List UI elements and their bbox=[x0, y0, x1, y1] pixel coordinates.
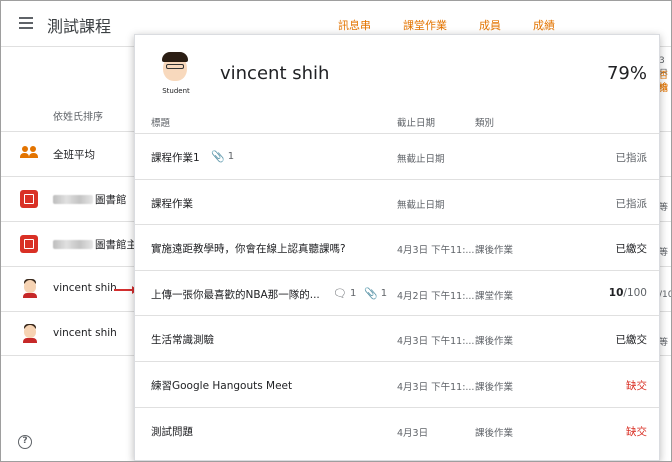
assignment-row[interactable]: 課程作業1 📎 1 無截止日期 已指派 bbox=[135, 133, 659, 179]
tab-stream[interactable]: 訊息串 bbox=[338, 17, 371, 33]
library-icon bbox=[20, 190, 38, 208]
peek-text: 等 bbox=[659, 248, 669, 258]
tab-people[interactable]: 成員 bbox=[479, 17, 501, 33]
redacted-text bbox=[53, 195, 93, 204]
row-label: vincent shih bbox=[53, 327, 117, 339]
row-label: vincent shih bbox=[53, 282, 117, 294]
help-icon[interactable]: ? bbox=[18, 435, 32, 449]
paperclip-icon: 📎 bbox=[364, 286, 378, 300]
row-label: 圖書館 bbox=[53, 192, 127, 207]
course-title[interactable]: 測試課程 bbox=[47, 13, 111, 37]
assignment-list: 課程作業1 📎 1 無截止日期 已指派 課程作業 無截止日期 已指派 實施遠距教… bbox=[135, 133, 659, 452]
category: 課後作業 bbox=[475, 427, 514, 439]
redacted-text bbox=[53, 240, 93, 249]
attachment-count: 📎 1 bbox=[364, 286, 388, 300]
due-date: 4月3日 bbox=[397, 427, 429, 439]
category: 課後作業 bbox=[475, 336, 514, 348]
assignment-row[interactable]: 測試問題 4月3日 課後作業 缺交 bbox=[135, 406, 659, 453]
library-icon bbox=[20, 235, 38, 253]
due-date: 4月3日 下午11:... bbox=[397, 245, 475, 257]
due-date: 無截止日期 bbox=[397, 154, 445, 165]
nav-tabs: 訊息串 課堂作業 成員 成績 bbox=[338, 17, 587, 33]
assignment-row[interactable]: 生活常識測驗 4月3日 下午11:... 課後作業 已繳交 bbox=[135, 315, 659, 361]
peek-text: /100 bbox=[659, 290, 671, 300]
status-badge: 缺交 bbox=[626, 379, 647, 392]
due-date: 4月3日 下午11:... bbox=[397, 336, 475, 348]
avatar-tag: Student bbox=[162, 87, 190, 95]
assignment-row[interactable]: 上傳一張你最喜歡的NBA那一隊的... 🗨 1 📎 1 4月2日 下午11:..… bbox=[135, 269, 659, 316]
assignment-title[interactable]: 測試問題 bbox=[151, 424, 193, 439]
due-date: 4月2日 下午11:... bbox=[397, 290, 475, 302]
assignment-title[interactable]: 生活常識測驗 bbox=[151, 332, 214, 347]
assignment-title[interactable]: 實施遠距教學時，你會在線上認真聽課嗎? bbox=[151, 241, 346, 256]
assignment-row[interactable]: 實施遠距教學時，你會在線上認真聽課嗎? 4月3日 下午11:... 課後作業 已… bbox=[135, 224, 659, 270]
assignment-row[interactable]: 課程作業 無截止日期 已指派 bbox=[135, 178, 659, 225]
app-window: 測試課程 訊息串 課堂作業 成員 成績 依姓氏排序 全班平均 圖書館 圖書館主 … bbox=[0, 0, 672, 462]
assignment-title[interactable]: 練習Google Hangouts Meet bbox=[151, 378, 292, 393]
peek-text: 檢 bbox=[659, 83, 669, 93]
people-icon bbox=[20, 145, 38, 163]
peek-text: 等 bbox=[659, 338, 669, 348]
row-label: 圖書館主 bbox=[53, 237, 137, 252]
student-avatar bbox=[22, 278, 38, 298]
assignment-title[interactable]: 課程作業 bbox=[151, 196, 193, 211]
assignment-title[interactable]: 上傳一張你最喜歡的NBA那一隊的... bbox=[151, 287, 320, 302]
tab-classwork[interactable]: 課堂作業 bbox=[403, 17, 447, 33]
table-header: 標題 截止日期 類別 bbox=[135, 115, 659, 135]
column-header-category: 類別 bbox=[475, 118, 495, 129]
overall-grade-percent: 79% bbox=[606, 63, 647, 84]
score: 10/100 bbox=[609, 287, 647, 299]
paperclip-icon: 📎 bbox=[211, 150, 225, 163]
assignment-row[interactable]: 練習Google Hangouts Meet 4月3日 下午11:... 課後作… bbox=[135, 360, 659, 407]
peek-text: 等 bbox=[659, 203, 669, 213]
student-avatar bbox=[22, 323, 38, 343]
pointer-arrow-icon bbox=[114, 286, 138, 294]
sort-by-surname[interactable]: 依姓氏排序 bbox=[53, 108, 103, 123]
comment-icon: 🗨 bbox=[333, 286, 347, 300]
attachment-count: 📎 1 bbox=[211, 150, 235, 163]
status-badge: 已指派 bbox=[615, 197, 648, 210]
hamburger-menu-icon[interactable] bbox=[19, 17, 33, 29]
row-label: 全班平均 bbox=[53, 149, 95, 161]
student-avatar: Student bbox=[159, 49, 193, 97]
column-header-due: 截止日期 bbox=[397, 118, 436, 129]
due-date: 無截止日期 bbox=[397, 199, 445, 211]
score-total: /100 bbox=[623, 286, 647, 299]
status-badge: 已繳交 bbox=[615, 243, 648, 256]
category: 課後作業 bbox=[475, 381, 514, 393]
score-points: 10 bbox=[608, 286, 624, 299]
status-badge: 已繳交 bbox=[615, 334, 648, 347]
status-badge: 缺交 bbox=[626, 425, 647, 438]
tab-grades[interactable]: 成績 bbox=[533, 17, 555, 33]
status-badge: 已指派 bbox=[615, 152, 648, 164]
assignment-title[interactable]: 課程作業1 bbox=[151, 150, 200, 165]
comment-count: 🗨 1 bbox=[333, 286, 357, 300]
category: 課後作業 bbox=[475, 245, 514, 257]
column-header-title: 標題 bbox=[151, 118, 171, 129]
student-grades-card: Student vincent shih 79% 標題 截止日期 類別 課程作業… bbox=[134, 34, 660, 461]
student-name: vincent shih bbox=[220, 63, 330, 84]
due-date: 4月3日 下午11:... bbox=[397, 381, 475, 393]
category: 課堂作業 bbox=[475, 290, 514, 302]
